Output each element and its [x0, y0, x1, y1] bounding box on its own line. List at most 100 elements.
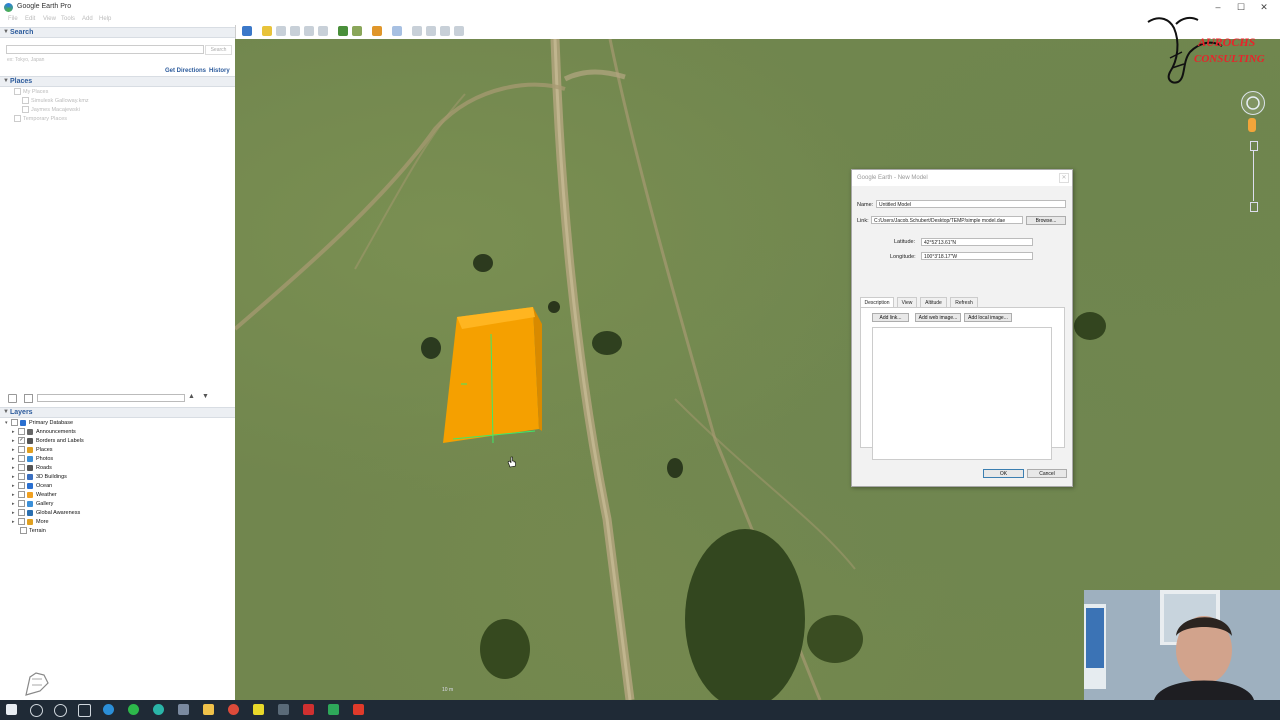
chrome-icon[interactable]: [228, 704, 239, 715]
minimize-button[interactable]: –: [1208, 2, 1228, 12]
layer-item[interactable]: ▸ Global Awareness: [12, 509, 80, 518]
app-icon-green[interactable]: [328, 704, 339, 715]
checkbox[interactable]: [18, 500, 25, 508]
panel-toggle-icon[interactable]: [24, 394, 33, 403]
ok-button[interactable]: OK: [983, 469, 1024, 478]
checkbox[interactable]: ✓: [18, 437, 25, 445]
file-explorer-icon[interactable]: [203, 704, 214, 715]
browse-button[interactable]: Browse...: [1026, 216, 1066, 225]
search-button[interactable]: Search: [205, 45, 232, 55]
checkbox[interactable]: [18, 464, 25, 472]
tab-view[interactable]: View: [897, 297, 917, 307]
checkbox[interactable]: [18, 455, 25, 463]
checkbox[interactable]: [18, 428, 25, 436]
layer-item[interactable]: ▸ 3D Buildings: [12, 473, 67, 482]
name-field[interactable]: Untitled Model: [876, 200, 1066, 208]
add-web-image-button[interactable]: Add web image...: [915, 313, 961, 322]
menu-tools[interactable]: Tools: [61, 16, 75, 22]
menu-view[interactable]: View: [43, 16, 56, 22]
checkbox[interactable]: [18, 482, 25, 490]
menu-help[interactable]: Help: [99, 16, 111, 22]
placemark-icon[interactable]: [262, 26, 272, 36]
task-view-icon[interactable]: [78, 704, 91, 717]
search-input[interactable]: [6, 45, 204, 54]
layer-item[interactable]: ▸ More: [12, 518, 49, 527]
cancel-button[interactable]: Cancel: [1027, 469, 1067, 478]
polygon-icon[interactable]: [276, 26, 286, 36]
collapse-triangle-icon[interactable]: ▼: [3, 29, 9, 35]
checkbox[interactable]: [14, 88, 21, 95]
menu-add[interactable]: Add: [82, 16, 93, 22]
tab-description[interactable]: Description: [860, 297, 894, 307]
zoom-out-icon[interactable]: [1250, 202, 1258, 212]
view-in-maps-icon[interactable]: [454, 26, 464, 36]
street-view-pegman-icon[interactable]: [1248, 118, 1256, 132]
places-section-header[interactable]: ▼ Places: [0, 76, 235, 87]
email-icon[interactable]: [412, 26, 422, 36]
get-directions-link[interactable]: Get Directions: [165, 68, 206, 74]
menu-edit[interactable]: Edit: [25, 16, 35, 22]
checkbox[interactable]: [18, 509, 25, 517]
layer-item[interactable]: ▸ Announcements: [12, 428, 76, 437]
layer-item[interactable]: ▸ Photos: [12, 455, 53, 464]
telegram-icon[interactable]: [103, 704, 114, 715]
search-places-icon[interactable]: [8, 394, 17, 403]
checkbox[interactable]: [18, 518, 25, 526]
add-local-image-button[interactable]: Add local image...: [964, 313, 1012, 322]
layer-item[interactable]: ▸ Gallery: [12, 500, 53, 509]
places-item-kmz[interactable]: Simulesk Galloway.kmz: [22, 97, 89, 104]
checkbox[interactable]: [20, 527, 27, 535]
checkbox[interactable]: [18, 446, 25, 454]
move-up-icon[interactable]: ▲: [188, 393, 195, 400]
add-link-button[interactable]: Add link...: [872, 313, 909, 322]
cortana-icon[interactable]: [54, 704, 67, 717]
description-textarea[interactable]: [872, 327, 1052, 460]
checkbox[interactable]: [14, 115, 21, 122]
places-filter-input[interactable]: [37, 394, 185, 402]
whatsapp-icon[interactable]: [153, 704, 164, 715]
tab-altitude[interactable]: Altitude: [920, 297, 947, 307]
layer-item[interactable]: ▸ Places: [12, 446, 53, 455]
layers-section-header[interactable]: ▼ Layers: [0, 407, 235, 418]
tab-refresh[interactable]: Refresh: [950, 297, 978, 307]
menu-file[interactable]: File: [8, 16, 18, 22]
save-image-icon[interactable]: [440, 26, 450, 36]
checkbox[interactable]: [11, 419, 18, 427]
layer-terrain[interactable]: Terrain: [20, 527, 46, 536]
path-icon[interactable]: [290, 26, 300, 36]
layer-item[interactable]: ▸ ✓ Borders and Labels: [12, 437, 84, 446]
zoom-in-icon[interactable]: [1250, 141, 1258, 151]
longitude-field[interactable]: 100°3'18.17"W: [921, 252, 1033, 260]
zoom-slider[interactable]: [1253, 151, 1254, 201]
layer-item[interactable]: ▸ Weather: [12, 491, 57, 500]
planets-icon[interactable]: [372, 26, 382, 36]
move-down-icon[interactable]: ▼: [202, 393, 209, 400]
search-section-header[interactable]: ▼ Search: [0, 27, 235, 38]
print-icon[interactable]: [426, 26, 436, 36]
latitude-field[interactable]: 42°52'13.61"N: [921, 238, 1033, 246]
dialog-close-button[interactable]: ✕: [1059, 173, 1069, 183]
places-item-temporary[interactable]: Temporary Places: [14, 115, 67, 122]
link-field[interactable]: C:/Users/Jacob.Schubert/Desktop/TEMP/sim…: [871, 216, 1023, 224]
collapse-triangle-icon[interactable]: ▼: [3, 409, 9, 415]
windows-start-icon[interactable]: [6, 704, 17, 715]
checkbox[interactable]: [18, 491, 25, 499]
layer-item[interactable]: ▸ Ocean: [12, 482, 52, 491]
compass-icon[interactable]: [1241, 91, 1265, 115]
history-link[interactable]: History: [209, 68, 230, 74]
collapse-triangle-icon[interactable]: ▼: [3, 78, 9, 84]
checkbox[interactable]: [18, 473, 25, 481]
image-overlay-icon[interactable]: [304, 26, 314, 36]
app-icon-red[interactable]: [303, 704, 314, 715]
places-item-my-places[interactable]: My Places: [14, 88, 48, 95]
sidebar-toggle-icon[interactable]: [242, 26, 252, 36]
layer-primary-database[interactable]: ▾ Primary Database: [5, 419, 73, 428]
wechat-icon[interactable]: [128, 704, 139, 715]
places-item-jaymes[interactable]: Jaymes Macajewski: [22, 106, 80, 113]
settings-app-icon[interactable]: [178, 704, 189, 715]
sunlight-icon[interactable]: [352, 26, 362, 36]
checkbox[interactable]: [22, 106, 29, 113]
record-tour-icon[interactable]: [318, 26, 328, 36]
search-icon[interactable]: [30, 704, 43, 717]
ruler-icon[interactable]: [392, 26, 402, 36]
